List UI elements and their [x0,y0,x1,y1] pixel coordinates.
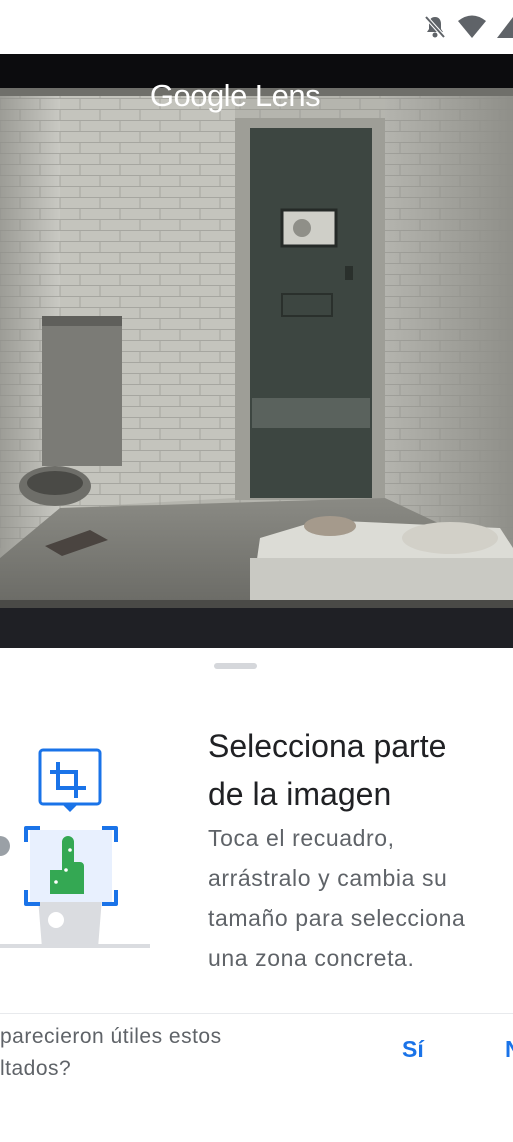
captured-image[interactable] [0,88,513,608]
select-illustration [0,748,150,948]
sheet-title-line-2: de la imagen [208,776,392,812]
feedback-question: parecieron útiles estos ltados? [0,1021,300,1085]
sheet-description-line-1: Toca el recuadro, [208,825,395,851]
feedback-no-button[interactable]: N [505,1036,513,1063]
drag-handle[interactable] [214,663,257,669]
bottom-sheet: Selecciona parte de la imagen Toca el re… [0,648,513,1142]
wifi-icon [458,15,486,38]
crop-icon [38,748,102,812]
status-icons [423,12,513,42]
divider [0,1013,513,1014]
signal-icon [497,17,513,38]
sheet-title: Selecciona parte de la imagen [208,722,513,818]
sheet-description-line-4: una zona concreta. [208,945,415,971]
do-not-disturb-icon [424,15,446,39]
sheet-description-line-3: tamaño para selecciona [208,905,466,931]
status-bar [0,0,513,54]
feedback-yes-button[interactable]: Sí [402,1036,424,1063]
feedback-question-line-2: ltados? [0,1057,72,1080]
image-viewer: Google Lens [0,54,513,648]
sheet-description: Toca el recuadro, arrástralo y cambia su… [208,818,513,978]
google-lens-title: Google Lens [149,78,321,113]
sheet-title-line-1: Selecciona parte [208,728,447,764]
sheet-description-line-2: arrástralo y cambia su [208,865,448,891]
feedback-question-line-1: parecieron útiles estos [0,1025,222,1048]
